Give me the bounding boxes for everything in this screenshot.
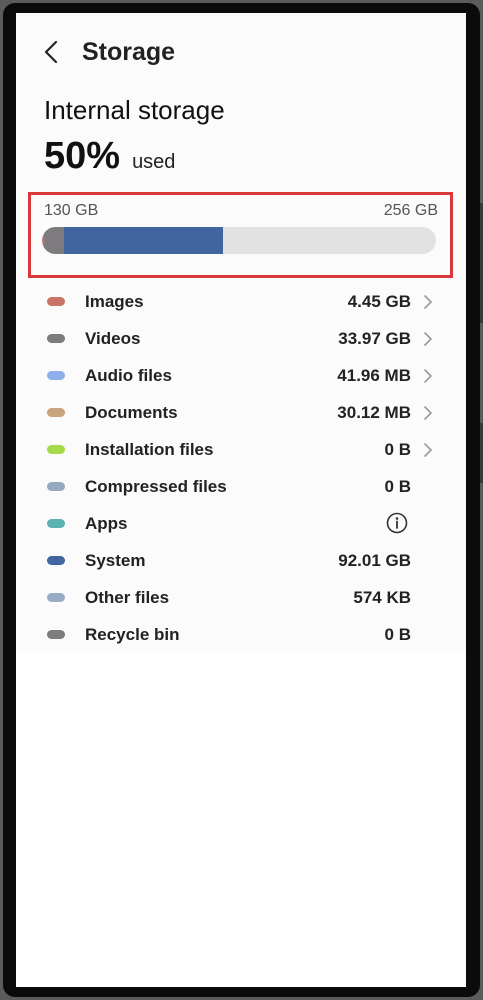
usage-summary: 50% used [44,135,175,178]
storage-category-row[interactable]: Images 4.45 GB [16,283,466,320]
category-label: Apps [85,514,128,533]
section-title: Internal storage [44,95,225,125]
category-label: Compressed files [85,477,227,496]
used-percent: 50% [44,135,121,177]
storage-category-row[interactable]: Recycle bin 0 B [16,616,466,653]
chevron-right-icon [424,332,432,346]
category-size: 0 B [384,440,411,459]
screen: Storage Internal storage 50% used 130 GB… [16,13,466,987]
category-size: 0 B [384,477,411,496]
category-size: 4.45 GB [347,292,411,311]
category-color-dot [47,482,65,491]
category-label: Installation files [85,440,214,459]
app-header: Storage [38,35,175,69]
storage-bar-labels: 130 GB 256 GB [44,202,438,220]
category-size: 41.96 MB [337,366,411,385]
category-size: 33.97 GB [338,329,411,348]
page-title: Storage [82,37,176,66]
category-color-dot [47,445,65,454]
storage-category-row[interactable]: Videos 33.97 GB [16,320,466,357]
category-color-dot [47,371,65,380]
info-icon[interactable] [386,512,408,534]
storage-category-row[interactable]: Compressed files 0 B [16,468,466,505]
storage-bar [42,227,436,254]
chevron-right-icon [424,443,432,457]
category-size: 574 KB [353,588,411,607]
category-color-dot [47,297,65,306]
category-color-dot [47,556,65,565]
category-list: Images 4.45 GB Videos 33.97 GB Audio files 41… [16,283,466,653]
total-amount: 256 GB [383,202,438,219]
category-label: Images [85,292,144,311]
category-size: 92.01 GB [338,551,411,570]
category-color-dot [47,519,65,528]
storage-content: Storage Internal storage 50% used 130 GB… [16,13,466,653]
back-button[interactable] [38,37,64,67]
chevron-right-icon [424,406,432,420]
category-size: 0 B [384,625,411,644]
back-arrow-icon [44,40,58,64]
category-color-dot [47,408,65,417]
chevron-right-icon [424,295,432,309]
category-label: System [85,551,146,570]
storage-category-row[interactable]: Audio files 41.96 MB [16,357,466,394]
category-color-dot [47,593,65,602]
category-size: 30.12 MB [337,403,411,422]
storage-category-row[interactable]: Documents 30.12 MB [16,394,466,431]
storage-category-row[interactable]: Apps [16,505,466,542]
category-label: Documents [85,403,178,422]
storage-bar-segment [44,227,65,254]
storage-category-row[interactable]: System 92.01 GB [16,542,466,579]
used-amount: 130 GB [44,202,99,219]
category-label: Other files [85,588,170,607]
category-label: Audio files [85,366,172,385]
category-color-dot [47,630,65,639]
used-label: used [132,151,176,173]
category-label: Videos [85,329,141,348]
category-color-dot [47,334,65,343]
storage-category-row[interactable]: Other files 574 KB [16,579,466,616]
storage-category-row[interactable]: Installation files 0 B [16,431,466,468]
storage-bar-segment [64,227,224,254]
chevron-right-icon [424,369,432,383]
category-label: Recycle bin [85,625,180,644]
